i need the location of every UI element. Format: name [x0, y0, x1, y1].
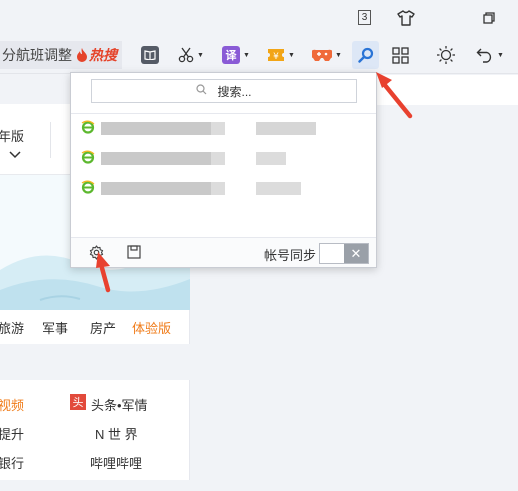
- coupon-icon: ¥: [267, 46, 285, 64]
- divider: [71, 113, 376, 114]
- game-button[interactable]: ▼: [312, 45, 342, 65]
- account-sync-toggle[interactable]: ✕: [319, 243, 369, 264]
- category-house[interactable]: 房产: [90, 318, 116, 337]
- links-card: 视频 提升 银行 头 头条•军情 N 世 界 哔哩哔哩: [0, 380, 190, 480]
- coupon-button[interactable]: ¥ ▼: [267, 45, 295, 65]
- scissors-icon: [178, 47, 194, 63]
- category-beta[interactable]: 体验版: [132, 318, 171, 337]
- chevron-down-icon[interactable]: ▼: [197, 52, 204, 59]
- search-input[interactable]: 搜索...: [91, 79, 357, 103]
- ie-icon: [81, 150, 95, 164]
- title-bar: 3: [0, 0, 518, 36]
- apps-grid-icon: [392, 46, 409, 64]
- game-icon: [312, 47, 332, 63]
- chevron-down-icon[interactable]: ▼: [497, 52, 504, 59]
- redacted-url: [256, 122, 316, 135]
- ie-icon: [81, 120, 95, 134]
- search-popup: 搜索... 帐号同步 ✕: [70, 72, 377, 268]
- redacted-title: [211, 182, 225, 195]
- apps-button[interactable]: [392, 45, 409, 65]
- redacted-title: [101, 182, 211, 195]
- redacted-title: [211, 152, 225, 165]
- ie-icon: [81, 180, 95, 194]
- toolbar: 分航班调整 热搜 ▼ 译 ▼ ¥ ▼ ▼ ▼: [0, 36, 518, 74]
- redacted-title: [101, 152, 211, 165]
- history-item[interactable]: [81, 120, 371, 136]
- chevron-down-icon[interactable]: ▼: [243, 52, 250, 59]
- svg-text:¥: ¥: [273, 52, 279, 62]
- chevron-down-icon[interactable]: ▼: [288, 52, 295, 59]
- link-toutiao[interactable]: 头条•军情: [91, 395, 148, 414]
- translate-button[interactable]: 译 ▼: [222, 45, 250, 65]
- chevron-down-icon[interactable]: ▼: [335, 52, 342, 59]
- divider: [50, 122, 51, 158]
- chevron-down-icon[interactable]: [9, 148, 21, 162]
- search-placeholder: 搜索...: [217, 84, 252, 99]
- annotation-arrow-icon: [376, 72, 413, 119]
- search-icon: [196, 84, 207, 98]
- redacted-url: [256, 152, 286, 165]
- link-video[interactable]: 视频: [0, 395, 24, 414]
- screenshot-button[interactable]: ▼: [178, 45, 204, 65]
- annotation-arrow-icon: [96, 252, 111, 293]
- translate-icon: 译: [222, 46, 240, 64]
- version-label[interactable]: 年版: [0, 126, 24, 145]
- brightness-button[interactable]: [436, 45, 456, 65]
- hot-search-text[interactable]: 分航班调整: [0, 45, 72, 65]
- toutiao-icon: 头: [70, 394, 86, 410]
- close-icon: ✕: [344, 244, 368, 263]
- brightness-icon: [436, 45, 456, 65]
- account-sync-label: 帐号同步: [264, 248, 317, 263]
- undo-button[interactable]: ▼: [476, 45, 504, 65]
- reader-button[interactable]: [141, 45, 159, 65]
- redacted-url: [256, 182, 301, 195]
- history-item[interactable]: [81, 180, 371, 196]
- search-icon: [357, 47, 374, 63]
- hot-badge: 热搜: [89, 47, 117, 63]
- hot-search-box[interactable]: 分航班调整 热搜: [0, 41, 122, 69]
- category-military[interactable]: 军事: [42, 318, 68, 337]
- undo-icon: [476, 47, 494, 63]
- link-bilibili[interactable]: 哔哩哔哩: [90, 453, 142, 472]
- tab-count-badge[interactable]: 3: [358, 10, 371, 25]
- history-item[interactable]: [81, 150, 371, 166]
- reader-icon: [141, 46, 159, 64]
- link-promote[interactable]: 提升: [0, 424, 24, 443]
- search-toolbar-button[interactable]: [352, 41, 379, 69]
- flame-icon: [76, 48, 88, 62]
- tshirt-icon[interactable]: [397, 9, 415, 27]
- restore-icon[interactable]: [480, 9, 498, 27]
- redacted-title: [101, 122, 211, 135]
- redacted-title: [211, 122, 225, 135]
- link-bank[interactable]: 银行: [0, 453, 24, 472]
- save-icon[interactable]: [127, 245, 141, 262]
- link-nworld[interactable]: N 世 界: [95, 424, 138, 443]
- category-travel[interactable]: 旅游: [0, 318, 24, 337]
